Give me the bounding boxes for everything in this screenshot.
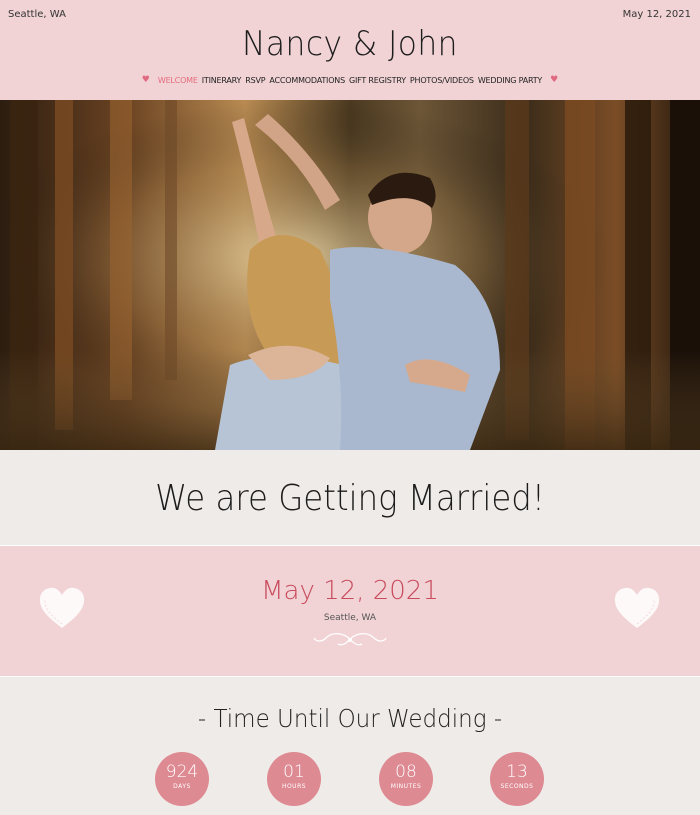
heart-icon: ♥ xyxy=(141,75,150,85)
hero-photo xyxy=(0,100,700,450)
seconds-label: Seconds xyxy=(500,783,534,790)
hours-value: 01 xyxy=(283,762,305,782)
couple-dancing-illustration xyxy=(0,100,700,450)
nav-itinerary[interactable]: Itinerary xyxy=(202,76,242,85)
countdown-minutes: 08 Minutes xyxy=(379,752,433,806)
site-header: Seattle, WA May 12, 2021 Nancy & John ♥ … xyxy=(0,0,700,100)
header-location: Seattle, WA xyxy=(8,9,66,20)
countdown-days: 924 Days xyxy=(155,752,209,806)
nav-accommodations[interactable]: Accommodations xyxy=(269,76,345,85)
seconds-value: 13 xyxy=(506,762,528,782)
nav-photos-videos[interactable]: Photos/Videos xyxy=(410,76,474,85)
minutes-label: Minutes xyxy=(390,783,422,790)
couple-names-title[interactable]: Nancy & John xyxy=(28,24,672,64)
nav-rsvp[interactable]: RSVP xyxy=(245,76,265,85)
event-city: Seattle, WA xyxy=(323,613,377,623)
flourish-icon xyxy=(313,632,387,646)
header-date: May 12, 2021 xyxy=(622,9,691,20)
nav-gift-registry[interactable]: Gift Registry xyxy=(349,76,406,85)
lace-heart-icon xyxy=(614,587,660,628)
nav-welcome[interactable]: Welcome xyxy=(158,76,198,85)
countdown-seconds: 13 Seconds xyxy=(490,752,544,806)
nav-wedding-party[interactable]: Wedding Party xyxy=(478,76,543,85)
event-date-band: May 12, 2021 Seattle, WA xyxy=(0,545,700,677)
married-headline: We are Getting Married! xyxy=(155,478,545,519)
event-date: May 12, 2021 xyxy=(261,576,439,606)
countdown-section: - Time Until Our Wedding - 924 Days 01 H… xyxy=(0,678,700,815)
hours-label: Hours xyxy=(281,783,307,790)
main-nav: ♥ Welcome Itinerary RSVP Accommodations … xyxy=(0,75,700,85)
married-section: We are Getting Married! xyxy=(0,450,700,545)
minutes-value: 08 xyxy=(395,762,417,782)
days-value: 924 xyxy=(165,762,199,782)
days-label: Days xyxy=(173,783,191,790)
countdown-title: - Time Until Our Wedding - xyxy=(197,704,503,733)
heart-icon: ♥ xyxy=(550,75,559,85)
countdown-hours: 01 Hours xyxy=(267,752,321,806)
